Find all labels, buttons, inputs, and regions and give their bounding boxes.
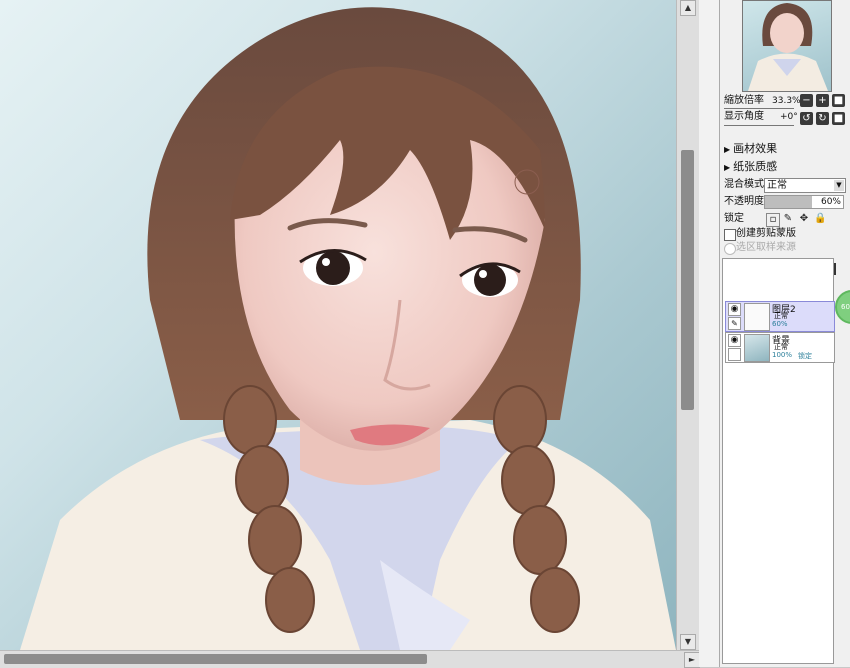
zoom-in-button[interactable]: + <box>816 94 829 107</box>
opacity-slider[interactable]: 60% <box>764 195 844 209</box>
chevron-down-icon: ▼ <box>834 180 844 191</box>
drawing-canvas[interactable] <box>0 0 676 650</box>
clipping-mask-label: 创建剪贴蒙版 <box>736 228 796 239</box>
layer-opacity: 100% <box>772 351 793 359</box>
eye-icon[interactable]: ◉ <box>728 303 741 316</box>
blend-mode-value: 正常 <box>767 180 787 191</box>
opacity-fill <box>765 196 812 208</box>
selection-source-radio[interactable] <box>724 243 736 255</box>
layer-list: ◉ ✎ 图层2 正常 60% ◉ 背景 正常 100% 锁定 <box>722 258 835 664</box>
scroll-right-icon[interactable]: ► <box>684 652 700 668</box>
zoom-value: 33.3% <box>772 96 801 106</box>
right-panel: 縮放倍率 33.3% − + ■ 显示角度 +0° ↺ ↻ ■ ▶ 画材效果 ▶ 纸… <box>720 0 850 667</box>
opacity-value: 60% <box>820 197 841 207</box>
canvas-artwork <box>20 7 676 650</box>
floating-badge-text: 60 <box>841 303 850 311</box>
expand-arrow-icon: ▶ <box>724 145 731 154</box>
zoom-out-button[interactable]: − <box>800 94 813 107</box>
opacity-label: 不透明度 <box>724 196 764 207</box>
rotation-value: +0° <box>780 112 798 122</box>
flip-button[interactable]: ■ <box>832 112 845 125</box>
selection-source-label: 选区取样来源 <box>736 242 796 253</box>
layer-row-background[interactable]: ◉ 背景 正常 100% 锁定 <box>725 332 835 363</box>
eye-icon[interactable]: ◉ <box>728 334 741 347</box>
pen-icon[interactable]: ✎ <box>728 317 741 330</box>
rotate-right-button[interactable]: ↻ <box>816 112 829 125</box>
layer-lock-status: 锁定 <box>798 352 812 360</box>
layer-opacity: 60% <box>772 320 788 328</box>
panel-divider <box>699 0 720 667</box>
lock-move-icon[interactable]: ✥ <box>798 213 810 225</box>
rotation-slider[interactable] <box>724 125 794 126</box>
zoom-reset-button[interactable]: ■ <box>832 94 845 107</box>
zoom-row: 縮放倍率 33.3% <box>724 94 801 108</box>
lock-label: 锁定 <box>724 213 744 224</box>
rotation-row: 显示角度 +0° <box>724 110 798 124</box>
navigator-preview[interactable] <box>742 0 832 92</box>
lock-transparency-icon[interactable]: ▫ <box>766 213 780 227</box>
paper-texture-label: 纸张质感 <box>733 160 778 173</box>
lock-paint-icon[interactable]: ✎ <box>782 213 794 225</box>
blend-mode-label: 混合模式 <box>724 179 764 190</box>
blend-mode-select[interactable]: 正常 ▼ <box>764 178 846 193</box>
pen-icon[interactable] <box>728 348 741 361</box>
lock-all-icon[interactable]: 🔒 <box>814 213 826 225</box>
scroll-down-icon[interactable]: ▼ <box>680 634 696 650</box>
horizontal-scrollbar[interactable]: ► <box>0 650 700 668</box>
paper-texture-section[interactable]: ▶ 纸张质感 <box>724 158 777 174</box>
expand-arrow-icon: ▶ <box>724 163 731 172</box>
vertical-scroll-thumb[interactable] <box>681 150 694 410</box>
scroll-up-icon[interactable]: ▲ <box>680 0 696 16</box>
material-effect-section[interactable]: ▶ 画材效果 <box>724 140 777 156</box>
zoom-slider[interactable] <box>724 108 794 109</box>
layer-thumbnail <box>744 303 770 331</box>
rotate-left-button[interactable]: ↺ <box>800 112 813 125</box>
layer-row-layer2[interactable]: ◉ ✎ 图层2 正常 60% <box>725 301 835 332</box>
layer-thumbnail <box>744 334 770 362</box>
zoom-label: 縮放倍率 <box>724 95 764 106</box>
rotation-label: 显示角度 <box>724 111 764 122</box>
vertical-scrollbar[interactable]: ▲ ▼ <box>676 0 699 650</box>
material-effect-label: 画材效果 <box>733 142 778 155</box>
navigator-thumbnail-image <box>748 3 828 91</box>
horizontal-scroll-thumb[interactable] <box>4 654 427 664</box>
clipping-mask-checkbox[interactable] <box>724 229 736 241</box>
